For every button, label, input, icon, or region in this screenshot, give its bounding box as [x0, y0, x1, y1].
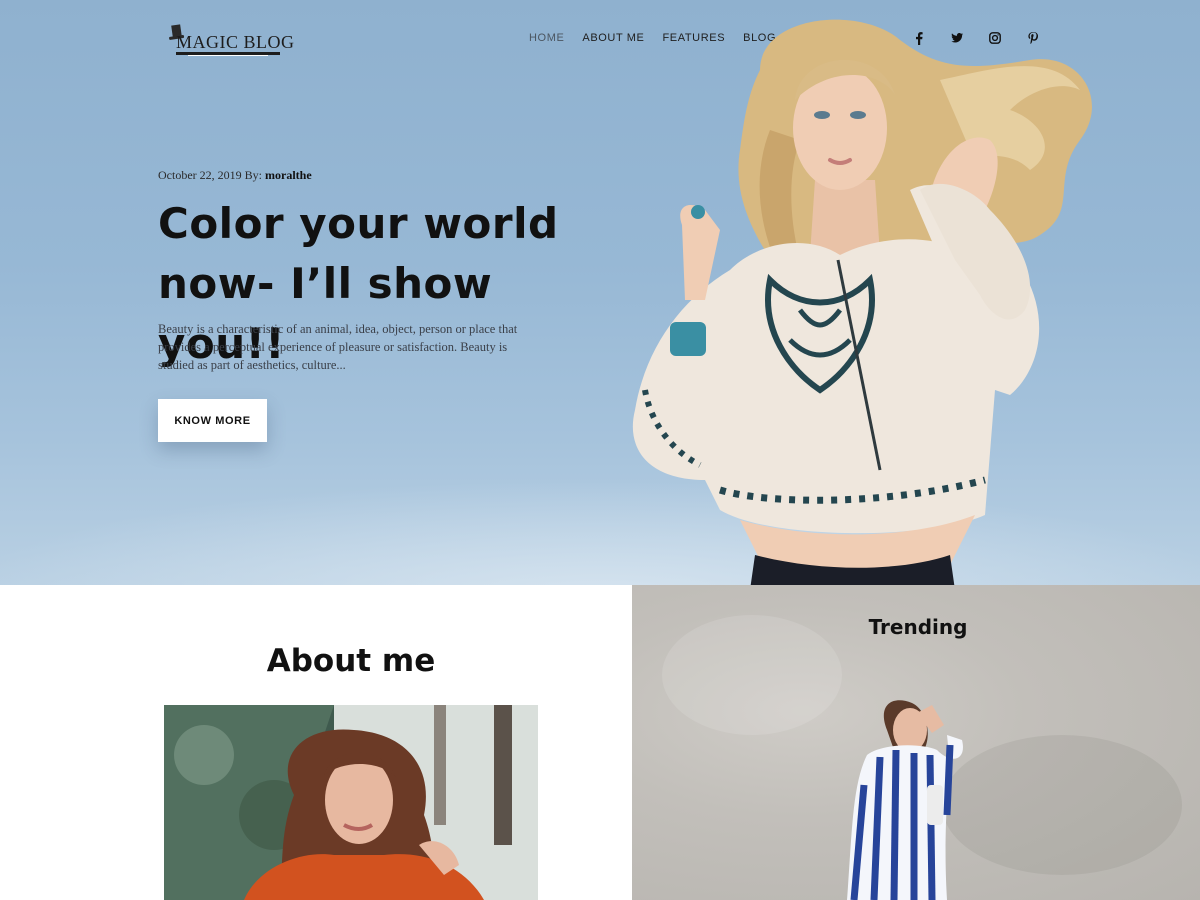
- hero-model-image: [632, 19, 1092, 585]
- logo-underline-accent: [188, 55, 268, 56]
- trending-section: Trending: [632, 585, 1200, 900]
- hero-title-line-1: Color your world: [158, 199, 559, 248]
- logo-text: MAGIC BLOG: [176, 32, 295, 52]
- site-logo[interactable]: MAGIC BLOG: [168, 24, 294, 58]
- trending-photo-image[interactable]: [632, 585, 1200, 900]
- about-section: About me: [0, 585, 632, 900]
- about-title: About me: [266, 643, 436, 679]
- know-more-button[interactable]: KNOW MORE: [158, 399, 267, 442]
- hero-excerpt: Beauty is a characteristic of an animal,…: [158, 322, 518, 372]
- hero-section: MAGIC BLOG HOME ABOUT ME FEATURES BLOG O…: [0, 0, 1200, 585]
- post-author-link[interactable]: moralthe: [265, 168, 312, 182]
- post-by-label: By:: [244, 168, 262, 182]
- about-photo-image: [164, 705, 538, 900]
- about-photo[interactable]: [164, 705, 538, 900]
- post-meta: October 22, 2019 By: moralthe: [158, 168, 312, 183]
- post-date: October 22, 2019: [158, 168, 242, 182]
- nav-item-home[interactable]: HOME: [529, 32, 564, 44]
